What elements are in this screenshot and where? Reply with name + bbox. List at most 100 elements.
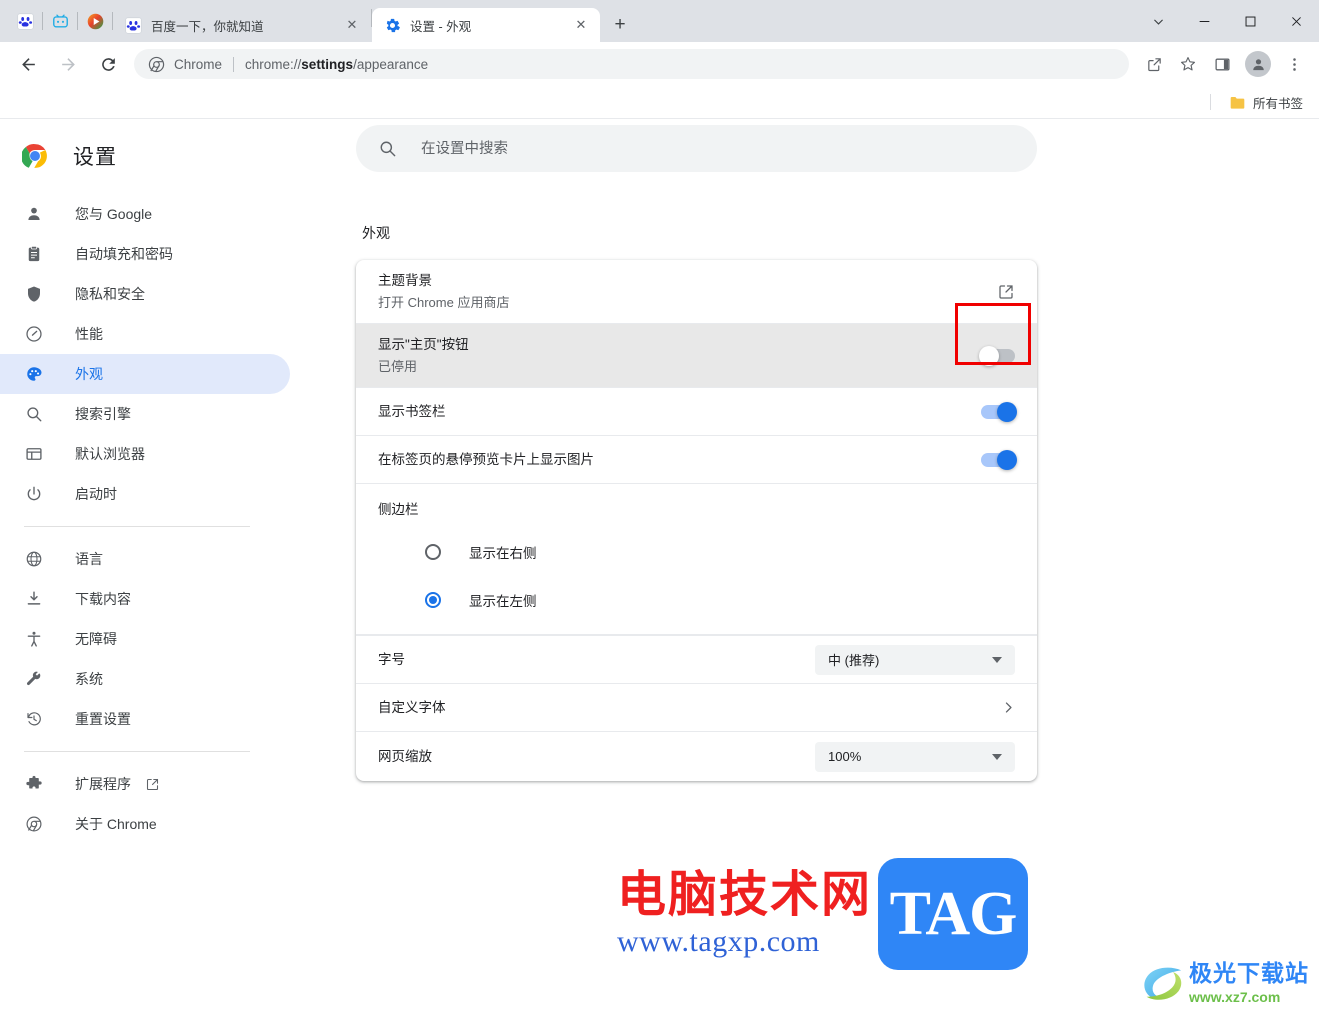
tab-close-button[interactable]: ✕ [343, 16, 361, 34]
sidebar-item-autofill[interactable]: 自动填充和密码 [0, 234, 290, 274]
search-icon [24, 404, 44, 424]
clipboard-icon [24, 244, 44, 264]
sidebar-item-default-browser[interactable]: 默认浏览器 [0, 434, 290, 474]
tab-close-button[interactable]: ✕ [572, 16, 590, 34]
reload-button[interactable] [92, 48, 124, 80]
bookmarks-bar-toggle[interactable] [981, 401, 1017, 422]
row-text: 显示书签栏 [378, 402, 981, 422]
minimize-button[interactable] [1181, 0, 1227, 42]
tab-hover-card-toggle[interactable] [981, 449, 1017, 470]
toggle-knob [997, 449, 1017, 470]
address-bar[interactable]: Chrome chrome://settings/appearance [134, 49, 1129, 79]
radio-option-right[interactable]: 显示在右侧 [378, 528, 1015, 576]
profile-avatar-icon[interactable] [1245, 51, 1271, 77]
back-button[interactable] [12, 48, 44, 80]
row-font-size[interactable]: 字号 中 (推荐) [356, 635, 1037, 684]
row-tab-hover-card-images[interactable]: 在标签页的悬停预览卡片上显示图片 [356, 436, 1037, 484]
tab-baidu[interactable]: 百度一下，你就知道 ✕ [113, 8, 371, 42]
bilibili-icon [52, 13, 68, 28]
row-label: 网页缩放 [378, 748, 432, 764]
sidebar-item-label: 您与 Google [75, 206, 153, 222]
sidebar-item-privacy[interactable]: 隐私和安全 [0, 274, 290, 314]
sidebar-item-label: 语言 [75, 551, 103, 567]
sidebar-divider [24, 526, 250, 527]
page-zoom-select[interactable]: 100% [815, 741, 1015, 772]
font-size-select[interactable]: 中 (推荐) [815, 644, 1015, 675]
sidebar-item-on-startup[interactable]: 启动时 [0, 474, 290, 514]
row-label: 主题背景 [378, 272, 432, 288]
row-action[interactable] [1002, 701, 1015, 714]
sidebar-item-label: 隐私和安全 [75, 286, 145, 302]
pinned-tab-bilibili[interactable] [43, 6, 77, 36]
watermark-xz7: 极光下载站 www.xz7.com [1135, 959, 1315, 1009]
toolbar-action-icons [1137, 49, 1311, 79]
close-button[interactable] [1273, 0, 1319, 42]
forward-button[interactable] [52, 48, 84, 80]
sidebar-item-you-and-google[interactable]: 您与 Google [0, 194, 290, 234]
sidebar-item-search-engine[interactable]: 搜索引擎 [0, 394, 290, 434]
tab-title: 设置 - 外观 [410, 19, 472, 34]
row-show-home-button[interactable]: 显示"主页"按钮 已停用 [356, 324, 1037, 388]
row-sublabel: 打开 Chrome 应用商店 [378, 294, 510, 310]
chevron-down-icon [992, 656, 1002, 663]
row-action[interactable] [979, 345, 1015, 366]
radio-option-left[interactable]: 显示在左侧 [378, 576, 1015, 624]
history-restore-icon [24, 709, 44, 729]
sidebar-item-downloads[interactable]: 下载内容 [0, 579, 290, 619]
row-text: 自定义字体 [378, 698, 1002, 718]
sidebar-item-label: 自动填充和密码 [75, 246, 173, 262]
row-action[interactable] [997, 283, 1015, 301]
tab-search-button[interactable] [1135, 0, 1181, 42]
settings-nav-list: 您与 Google 自动填充和密码 隐私和安全 性能 外观 搜索引擎 默认浏览器… [0, 194, 290, 844]
baidu-icon [125, 16, 142, 34]
row-text: 字号 [378, 650, 815, 670]
maximize-button[interactable] [1227, 0, 1273, 42]
side-panel-icon[interactable] [1207, 49, 1237, 79]
side-panel-group-label: 侧边栏 [378, 502, 419, 517]
sidebar-item-accessibility[interactable]: 无障碍 [0, 619, 290, 659]
url-prefix: chrome:// [245, 56, 302, 72]
puzzle-icon [24, 774, 44, 794]
watermark-chinese-text: 电脑技术网 [617, 866, 873, 924]
folder-icon [1230, 96, 1245, 109]
watermark-url-text: www.tagxp.com [617, 924, 820, 958]
row-text: 在标签页的悬停预览卡片上显示图片 [378, 450, 981, 470]
baidu-icon [16, 12, 34, 30]
new-tab-button[interactable]: + [606, 11, 634, 39]
share-icon[interactable] [1139, 49, 1169, 79]
sidebar-item-performance[interactable]: 性能 [0, 314, 290, 354]
side-panel-radio-section: 侧边栏 显示在右侧 显示在左侧 [356, 484, 1037, 634]
radio-button[interactable] [425, 592, 441, 608]
three-dot-menu-icon[interactable] [1279, 49, 1309, 79]
sidebar-item-about-chrome[interactable]: 关于 Chrome [0, 804, 290, 844]
sidebar-item-languages[interactable]: 语言 [0, 539, 290, 579]
bookmark-star-icon[interactable] [1173, 49, 1203, 79]
url-bold-part: settings [301, 56, 354, 72]
chevron-right-icon[interactable] [1002, 701, 1015, 714]
sidebar-item-label: 关于 Chrome [75, 816, 157, 832]
row-theme[interactable]: 主题背景 打开 Chrome 应用商店 [356, 260, 1037, 324]
pinned-tab-baidu[interactable] [8, 6, 42, 36]
external-link-icon[interactable] [997, 283, 1015, 301]
pinned-tab-video[interactable] [78, 6, 112, 36]
search-input[interactable] [419, 139, 1015, 158]
row-action[interactable]: 中 (推荐) [815, 644, 1015, 675]
sidebar-item-appearance[interactable]: 外观 [0, 354, 290, 394]
globe-icon [24, 549, 44, 569]
sidebar-item-extensions[interactable]: 扩展程序 [0, 764, 290, 804]
tab-settings[interactable]: 设置 - 外观 ✕ [372, 8, 600, 42]
all-bookmarks-button[interactable]: 所有书签 [1223, 89, 1309, 116]
row-customize-fonts[interactable]: 自定义字体 [356, 684, 1037, 732]
sidebar-item-system[interactable]: 系统 [0, 659, 290, 699]
sidebar-item-reset-settings[interactable]: 重置设置 [0, 699, 290, 739]
settings-search-box[interactable] [356, 125, 1037, 172]
home-button-toggle[interactable] [979, 345, 1015, 366]
row-page-zoom[interactable]: 网页缩放 100% [356, 732, 1037, 781]
row-action[interactable]: 100% [815, 741, 1015, 772]
row-action[interactable] [981, 401, 1017, 422]
radio-button[interactable] [425, 544, 441, 560]
row-show-bookmarks-bar[interactable]: 显示书签栏 [356, 388, 1037, 436]
select-value: 中 (推荐) [828, 653, 880, 668]
row-action[interactable] [981, 449, 1017, 470]
settings-gear-icon [386, 18, 400, 32]
